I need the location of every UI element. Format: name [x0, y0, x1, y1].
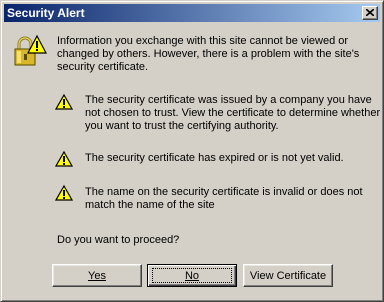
yes-button-label: Yes	[88, 269, 106, 282]
no-button[interactable]: No	[147, 264, 237, 287]
window-title: Security Alert	[7, 6, 85, 20]
view-certificate-button-label: View Certificate	[249, 269, 327, 282]
security-alert-dialog: Security Alert Information you exchange …	[0, 0, 384, 302]
warning-icon	[55, 94, 73, 110]
close-button[interactable]	[362, 6, 378, 20]
view-certificate-button[interactable]: View Certificate	[243, 264, 333, 287]
padlock-warning-icon	[14, 34, 47, 66]
proceed-question: Do you want to proceed?	[57, 234, 180, 246]
no-button-label: No	[184, 269, 200, 282]
close-icon	[366, 9, 374, 16]
warning-icon	[55, 185, 73, 201]
warning-1-line-3: you want to trust the certifying authori…	[85, 120, 279, 132]
title-bar[interactable]: Security Alert	[4, 4, 380, 22]
yes-button[interactable]: Yes	[52, 264, 142, 287]
intro-line-3: security certificate.	[57, 61, 149, 73]
warning-3-line-2: match the name of the site	[85, 199, 215, 211]
warning-2-line-1: The security certificate has expired or …	[85, 152, 344, 164]
warning-icon	[55, 151, 73, 167]
